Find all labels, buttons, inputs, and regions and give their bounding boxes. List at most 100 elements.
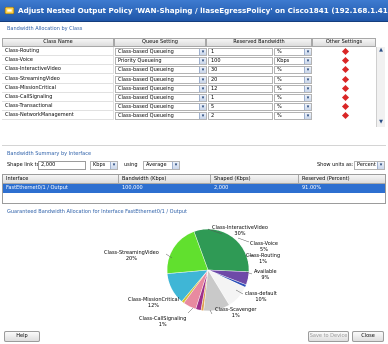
table-row[interactable]: Class-Voice Priority Queueing ▾ 100 Kbps ▾ <box>2 56 376 66</box>
show-units-select[interactable]: Percent ▾ <box>354 161 385 170</box>
chevron-down-icon[interactable]: ▾ <box>304 67 311 74</box>
pie-label-percent: 1% <box>259 259 268 265</box>
chevron-down-icon[interactable]: ▾ <box>304 49 311 55</box>
chevron-down-icon[interactable]: ▾ <box>199 104 206 111</box>
pie-label-percent: 1% <box>158 322 167 328</box>
policy-icon <box>4 6 15 15</box>
chevron-down-icon[interactable]: ▾ <box>199 49 206 55</box>
other-settings-icon[interactable] <box>341 66 350 74</box>
queue-setting-select[interactable]: Class-based Queueing ▾ <box>115 75 207 84</box>
table-row[interactable]: Class-InteractiveVideo Class-based Queuei… <box>2 65 376 75</box>
chevron-down-icon[interactable]: ▾ <box>172 162 179 169</box>
chevron-down-icon[interactable]: ▾ <box>199 58 206 65</box>
pie-leader-line <box>237 237 250 243</box>
table-row[interactable]: Class-StreamingVideo Class-based Queueing… <box>2 74 376 84</box>
reserved-unit-value: Kbps <box>277 58 290 65</box>
using-label: using <box>124 162 138 168</box>
chevron-down-icon[interactable]: ▾ <box>110 162 117 169</box>
cell-bandwidth: 100,000 <box>122 185 143 191</box>
reserved-bandwidth-input[interactable]: 1 <box>208 48 273 56</box>
chevron-down-icon[interactable]: ▾ <box>304 113 311 120</box>
queue-setting-select[interactable]: Class-based Queueing ▾ <box>115 112 207 121</box>
queue-setting-value: Class-based Queueing <box>118 76 174 83</box>
reserved-bandwidth-input[interactable]: 2 <box>208 112 273 121</box>
reserved-bandwidth-input[interactable]: 5 <box>208 103 273 112</box>
cell-reserved: 91.00% <box>302 185 322 191</box>
chevron-down-icon[interactable]: ▾ <box>199 85 206 92</box>
queue-setting-select[interactable]: Class-based Queueing ▾ <box>115 94 207 102</box>
reserved-bandwidth-input[interactable]: 100 <box>208 57 273 66</box>
col-header-other-settings[interactable]: Other Settings <box>312 38 376 47</box>
col-header-bandwidth[interactable]: Bandwidth (Kbps) <box>119 175 211 184</box>
chevron-down-icon[interactable]: ▾ <box>304 76 311 83</box>
table-row[interactable]: Class-Routing Class-based Queueing ▾ 1% ▾ <box>2 47 376 56</box>
chevron-down-icon[interactable]: ▾ <box>199 113 206 120</box>
queue-setting-select[interactable]: Priority Queueing ▾ <box>115 57 207 66</box>
pie-leader-line <box>187 307 194 314</box>
reserved-unit-select[interactable]: % ▾ <box>274 48 312 56</box>
allocation-scrollbar[interactable]: ▲ ▼ <box>376 47 385 127</box>
pie-label-percent: 12% <box>147 303 160 309</box>
reserved-bandwidth-input[interactable]: 20 <box>208 75 273 84</box>
chevron-down-icon[interactable]: ▾ <box>304 58 311 65</box>
col-header-queue-setting[interactable]: Queue Setting <box>114 38 206 47</box>
help-button[interactable]: Help <box>4 331 40 342</box>
reserved-bandwidth-input[interactable]: 30 <box>208 66 273 75</box>
using-select[interactable]: Average ▾ <box>143 161 180 170</box>
scroll-up-icon[interactable]: ▲ <box>377 47 385 54</box>
col-header-reserved-bandwidth[interactable]: Reserved Bandwidth <box>206 38 312 47</box>
chevron-down-icon[interactable]: ▾ <box>304 95 311 101</box>
reserved-unit-value: % <box>277 67 282 74</box>
chevron-down-icon[interactable]: ▾ <box>199 76 206 83</box>
scroll-down-icon[interactable]: ▼ <box>377 119 385 126</box>
chevron-down-icon[interactable]: ▾ <box>304 85 311 92</box>
pie-chart-area: Class-InteractiveVideo 30% Class-Voice 5% Cl… <box>2 214 386 328</box>
col-header-interface[interactable]: Interface <box>3 175 119 184</box>
table-row[interactable]: Class-MissionCritical Class-based Queuein… <box>2 83 376 93</box>
queue-setting-select[interactable]: Class-based Queueing ▾ <box>115 48 207 56</box>
col-header-shaped[interactable]: Shaped (Kbps) <box>211 175 299 184</box>
col-header-reserved[interactable]: Reserved (Percent) <box>299 175 385 184</box>
col-header-class-name[interactable]: Class Name <box>2 38 114 47</box>
table-row[interactable]: Class-NetworkManagement Class-based Queue… <box>2 111 376 121</box>
queue-setting-select[interactable]: Class-based Queueing ▾ <box>115 66 207 75</box>
queue-setting-select[interactable]: Class-based Queueing ▾ <box>115 84 207 93</box>
queue-setting-value: Class-based Queueing <box>118 113 174 120</box>
reserved-bandwidth-input[interactable]: 12 <box>208 84 273 93</box>
reserved-unit-select[interactable]: % ▾ <box>274 94 312 102</box>
table-row[interactable]: FastEthernet0/1 / Output 100,000 2,000 9… <box>3 184 385 193</box>
shape-link-input[interactable]: 2,000 <box>38 161 86 170</box>
close-button[interactable]: Close <box>352 331 384 342</box>
reserved-unit-select[interactable]: % ▾ <box>274 75 312 84</box>
other-settings-icon[interactable] <box>341 47 350 56</box>
table-row[interactable]: Class-CallSignaling Class-based Queueing ▾… <box>2 93 376 102</box>
chevron-down-icon[interactable]: ▾ <box>377 162 384 169</box>
other-settings-icon[interactable] <box>341 75 350 83</box>
chevron-down-icon[interactable]: ▾ <box>199 95 206 101</box>
reserved-bandwidth-input[interactable]: 1 <box>208 94 273 102</box>
reserved-unit-select[interactable]: Kbps ▾ <box>274 57 312 66</box>
cell-class-name: Class-Voice <box>2 56 114 66</box>
other-settings-icon[interactable] <box>341 84 350 92</box>
reserved-unit-select[interactable]: % ▾ <box>274 103 312 112</box>
other-settings-icon[interactable] <box>341 57 350 65</box>
cell-class-name: Class-CallSignaling <box>2 93 114 102</box>
shape-unit-select[interactable]: Kbps ▾ <box>90 161 118 170</box>
chevron-down-icon[interactable]: ▾ <box>304 104 311 111</box>
table-row[interactable]: Class-Transactional Class-based Queueing ▾… <box>2 102 376 112</box>
queue-setting-select[interactable]: Class-based Queueing ▾ <box>115 103 207 112</box>
pie-label: Class-CallSignaling 1% <box>139 316 186 328</box>
reserved-unit-select[interactable]: % ▾ <box>274 66 312 75</box>
reserved-unit-select[interactable]: % ▾ <box>274 112 312 121</box>
using-value: Average <box>146 162 167 168</box>
reserved-unit-select[interactable]: % ▾ <box>274 84 312 93</box>
section-heading-allocation: Bandwidth Allocation by Class <box>7 26 83 32</box>
chevron-down-icon[interactable]: ▾ <box>199 67 206 74</box>
other-settings-icon[interactable] <box>341 103 350 111</box>
reserved-unit-value: % <box>277 104 282 111</box>
section-heading-summary: Bandwidth Summary by Interface <box>7 151 92 157</box>
queue-setting-value: Class-based Queueing <box>118 67 174 74</box>
other-settings-icon[interactable] <box>341 93 350 102</box>
other-settings-icon[interactable] <box>341 112 350 120</box>
save-to-device-button[interactable]: Save to Device <box>308 331 349 342</box>
